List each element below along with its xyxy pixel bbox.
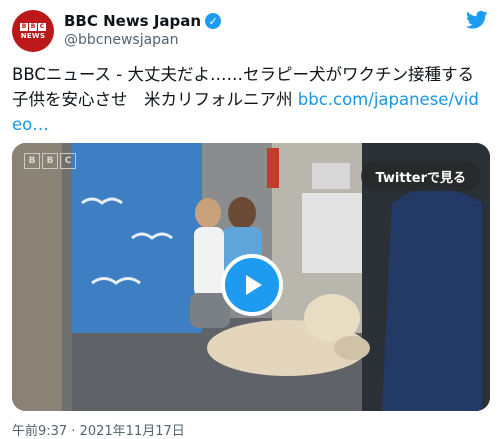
bbc-watermark: B B C	[24, 153, 76, 169]
avatar[interactable]: B B C NEWS	[12, 10, 54, 52]
logo-letter: B	[24, 153, 40, 169]
video-player[interactable]: B B C Twitterで見る	[12, 143, 490, 411]
account-names: BBC News Japan ✓ @bbcnewsjapan	[64, 12, 222, 48]
verified-badge-icon: ✓	[205, 13, 222, 29]
logo-letter: C	[38, 22, 46, 31]
tweet-text: BBCニュース - 大丈夫だよ……セラピー犬がワクチン接種する子供を安心させ 米…	[12, 62, 482, 137]
handle[interactable]: @bbcnewsjapan	[64, 32, 221, 48]
logo-letter: B	[29, 22, 37, 31]
watch-on-twitter-button[interactable]: Twitterで見る	[361, 161, 480, 191]
logo-letter: C	[60, 153, 76, 169]
display-name[interactable]: BBC News Japan	[64, 12, 201, 30]
bbc-logo: B B C	[20, 22, 46, 31]
tweet-timestamp[interactable]: 午前9:37 · 2021年11月17日	[12, 420, 185, 439]
logo-letter: B	[20, 22, 28, 31]
play-icon	[246, 275, 262, 295]
twitter-bird-icon[interactable]	[466, 10, 488, 30]
logo-letter: B	[42, 153, 58, 169]
play-button[interactable]	[221, 254, 283, 316]
avatar-text: NEWS	[20, 31, 46, 40]
tweet-header: B B C NEWS BBC News Japan ✓ @bbcnewsjapa…	[12, 10, 488, 54]
